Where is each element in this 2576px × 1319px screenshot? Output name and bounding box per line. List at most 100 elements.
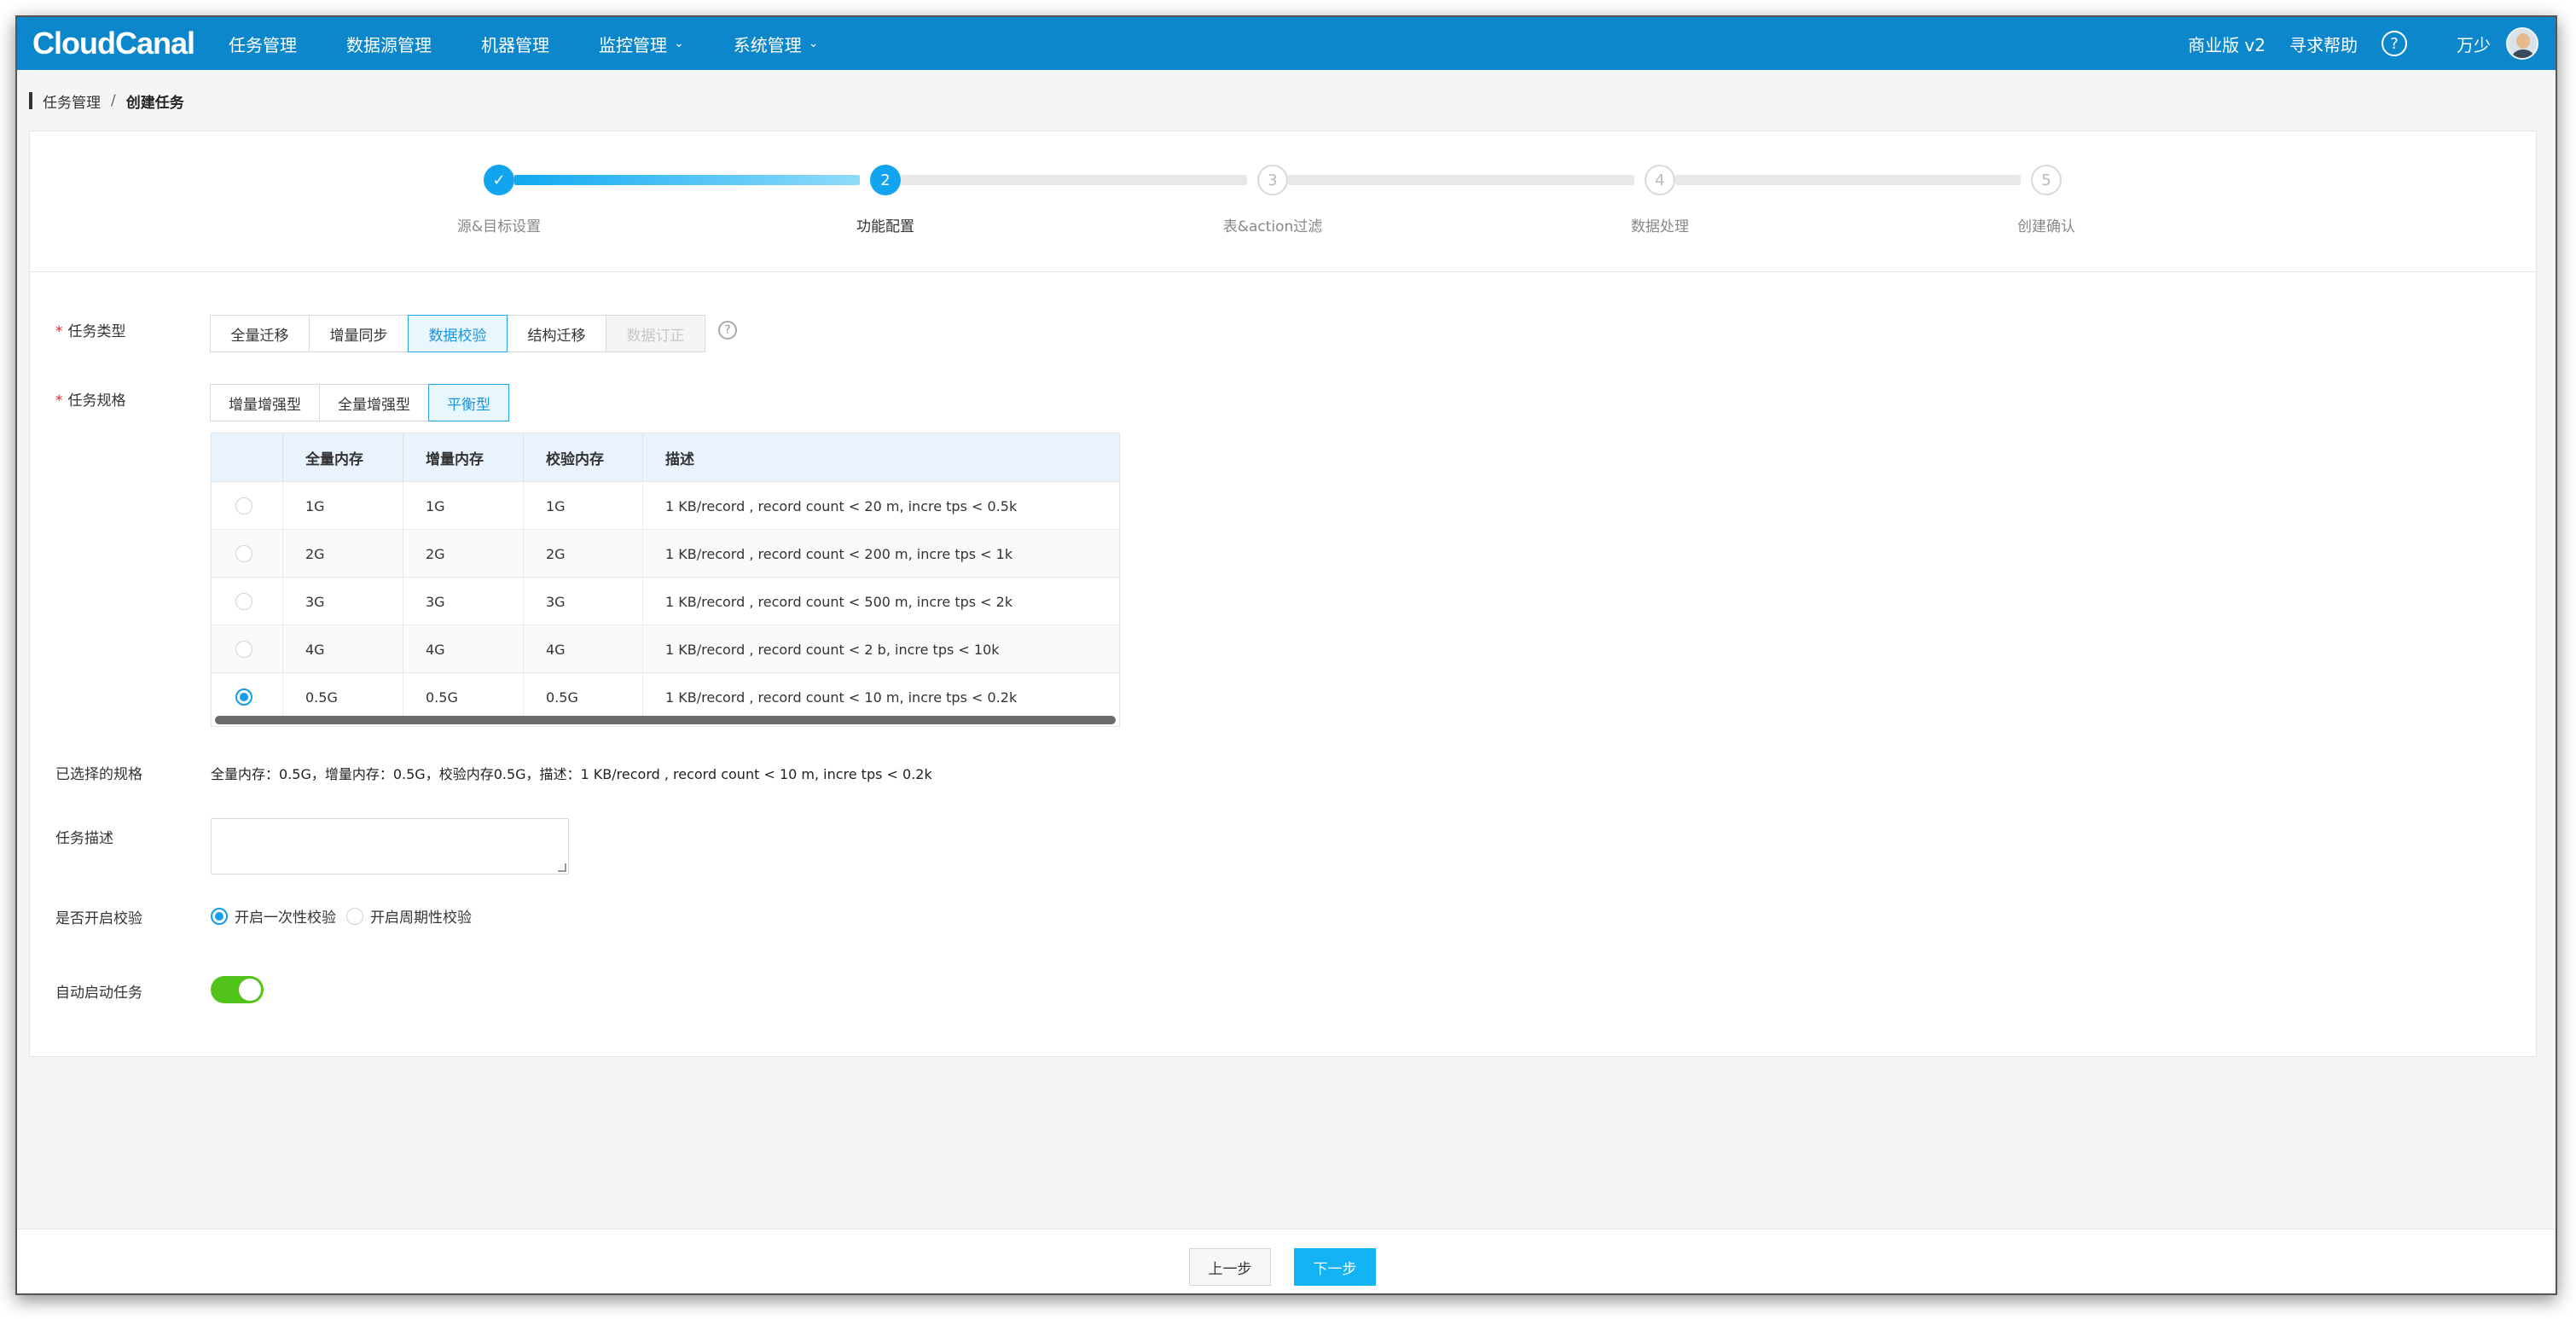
step-connector (1288, 175, 1634, 185)
table-header-incr-memory: 增量内存 (403, 433, 524, 481)
table-row[interactable]: 4G 4G 4G 1 KB/record , record count < 2 … (212, 625, 1119, 673)
spec-table: 全量内存 增量内存 校验内存 描述 1G 1G 1G 1 KB/record ,… (211, 433, 1120, 727)
table-header-description: 描述 (643, 433, 1119, 481)
row-select-cell (212, 482, 283, 530)
cell-check-memory: 1G (524, 482, 643, 530)
nav-item-label: 监控管理 (599, 34, 667, 55)
step-2-marker: 2 (870, 165, 901, 195)
next-step-button[interactable]: 下一步 (1294, 1248, 1376, 1286)
cell-description: 1 KB/record , record count < 10 m, incre… (665, 689, 1018, 706)
required-mark: * (55, 392, 63, 410)
table-header-select (212, 433, 283, 481)
cell-full-memory: 0.5G (283, 673, 403, 721)
cell-description: 1 KB/record , record count < 500 m, incr… (665, 593, 1013, 610)
row-radio[interactable] (235, 545, 252, 562)
task-type-structure-migration[interactable]: 结构迁移 (507, 315, 606, 352)
step-5-label: 创建确认 (2017, 218, 2075, 235)
task-type-full-migration[interactable]: 全量迁移 (210, 315, 310, 352)
enable-check-label: 是否开启校验 (55, 910, 142, 927)
step-connector (901, 175, 1247, 185)
row-select-cell (212, 530, 283, 578)
check-periodic-label: 开启周期性校验 (370, 909, 472, 927)
resize-handle-icon[interactable] (558, 863, 566, 872)
nav-item-label: 数据源管理 (346, 34, 432, 55)
cell-description: 1 KB/record , record count < 200 m, incr… (665, 545, 1013, 562)
step-1-check-icon: ✓ (484, 165, 514, 195)
create-task-card: ✓ 2 3 4 5 源&目标设置 功能配置 表&action过滤 数据处理 创建… (29, 131, 2537, 1057)
top-navbar: CloudCanal 任务管理 数据源管理 机器管理 监控管理 ⌄ 系统管理 ⌄ 商… (17, 17, 2556, 70)
breadcrumb: 任务管理 / 创建任务 (29, 90, 184, 112)
cell-full-memory: 4G (283, 625, 403, 673)
nav-item-label: 任务管理 (229, 34, 297, 55)
table-horizontal-scrollbar[interactable] (215, 716, 1116, 724)
question-icon[interactable]: ? (718, 321, 737, 340)
nav-item-machines[interactable]: 机器管理 (481, 32, 549, 56)
cell-check-memory: 4G (524, 625, 643, 673)
task-type-incremental-sync[interactable]: 增量同步 (309, 315, 409, 352)
nav-item-label: 系统管理 (733, 34, 802, 55)
row-radio[interactable] (235, 497, 252, 514)
footer-bar: 上一步 下一步 (17, 1229, 2556, 1293)
table-row[interactable]: 0.5G 0.5G 0.5G 1 KB/record , record coun… (212, 672, 1119, 721)
row-select-cell (212, 578, 283, 625)
app-window: CloudCanal 任务管理 数据源管理 机器管理 监控管理 ⌄ 系统管理 ⌄ 商… (15, 15, 2557, 1295)
spec-incremental-enhanced[interactable]: 增量增强型 (210, 384, 320, 421)
cell-incr-memory: 0.5G (403, 673, 524, 721)
user-name[interactable]: 万少 (2457, 32, 2491, 56)
cell-incr-memory: 1G (403, 482, 524, 530)
task-description-input[interactable] (211, 818, 569, 874)
task-type-label: * 任务类型 (55, 319, 126, 340)
main-nav: 任务管理 数据源管理 机器管理 监控管理 ⌄ 系统管理 ⌄ (229, 32, 867, 56)
step-connector (1675, 175, 2021, 185)
nav-item-tasks[interactable]: 任务管理 (229, 32, 297, 56)
auto-start-label: 自动启动任务 (55, 985, 142, 1002)
chevron-down-icon: ⌄ (808, 37, 819, 50)
step-5-marker: 5 (2031, 165, 2062, 195)
previous-step-button[interactable]: 上一步 (1189, 1248, 1271, 1286)
table-row[interactable]: 2G 2G 2G 1 KB/record , record count < 20… (212, 529, 1119, 578)
step-4-label: 数据处理 (1631, 218, 1689, 235)
spec-full-enhanced[interactable]: 全量增强型 (319, 384, 429, 421)
spec-balanced[interactable]: 平衡型 (428, 384, 509, 421)
help-icon[interactable]: ? (2382, 31, 2407, 56)
table-row[interactable]: 3G 3G 3G 1 KB/record , record count < 50… (212, 577, 1119, 625)
table-header-full-memory: 全量内存 (283, 433, 403, 481)
check-once-option[interactable]: 开启一次性校验 (211, 905, 336, 927)
nav-item-system[interactable]: 系统管理 ⌄ (734, 32, 819, 56)
task-type-group: 全量迁移 增量同步 数据校验 结构迁移 数据订正 (210, 315, 705, 352)
step-2-label: 功能配置 (856, 218, 914, 235)
check-once-label: 开启一次性校验 (235, 909, 336, 927)
step-4-marker: 4 (1645, 165, 1675, 195)
selected-spec-value: 全量内存：0.5G，增量内存：0.5G，校验内存0.5G，描述：1 KB/rec… (211, 766, 932, 782)
task-spec-group: 增量增强型 全量增强型 平衡型 (210, 384, 509, 421)
step-3-marker: 3 (1257, 165, 1288, 195)
cell-incr-memory: 3G (403, 578, 524, 625)
cell-description: 1 KB/record , record count < 20 m, incre… (665, 497, 1018, 514)
app-logo[interactable]: CloudCanal (32, 26, 229, 61)
radio-selected-icon[interactable] (211, 907, 228, 925)
avatar[interactable] (2506, 27, 2538, 60)
step-connector (514, 175, 860, 185)
nav-item-monitoring[interactable]: 监控管理 ⌄ (599, 32, 684, 56)
task-type-data-check[interactable]: 数据校验 (408, 315, 508, 352)
task-type-label-text: 任务类型 (67, 323, 126, 340)
row-radio-selected[interactable] (235, 689, 252, 706)
auto-start-toggle[interactable] (211, 976, 264, 1003)
check-periodic-option[interactable]: 开启周期性校验 (346, 905, 472, 927)
header-right: 商业版 v2 寻求帮助 ? 万少 (2188, 17, 2556, 70)
breadcrumb-parent[interactable]: 任务管理 (43, 90, 101, 112)
edition-label: 商业版 v2 (2188, 34, 2266, 55)
nav-item-datasources[interactable]: 数据源管理 (346, 32, 432, 56)
table-row[interactable]: 1G 1G 1G 1 KB/record , record count < 20… (212, 481, 1119, 530)
cell-description: 1 KB/record , record count < 2 b, incre … (665, 641, 1000, 658)
radio-icon[interactable] (346, 907, 363, 925)
check-options: 开启一次性校验 开启周期性校验 (211, 905, 482, 927)
breadcrumb-separator: / (111, 92, 116, 109)
help-link[interactable]: 寻求帮助 (2289, 32, 2358, 56)
task-type-data-correction: 数据订正 (606, 315, 705, 352)
row-select-cell (212, 625, 283, 673)
step-1-label: 源&目标设置 (456, 218, 542, 235)
row-radio[interactable] (235, 593, 252, 610)
row-radio[interactable] (235, 641, 252, 658)
task-spec-label-text: 任务规格 (67, 392, 126, 410)
